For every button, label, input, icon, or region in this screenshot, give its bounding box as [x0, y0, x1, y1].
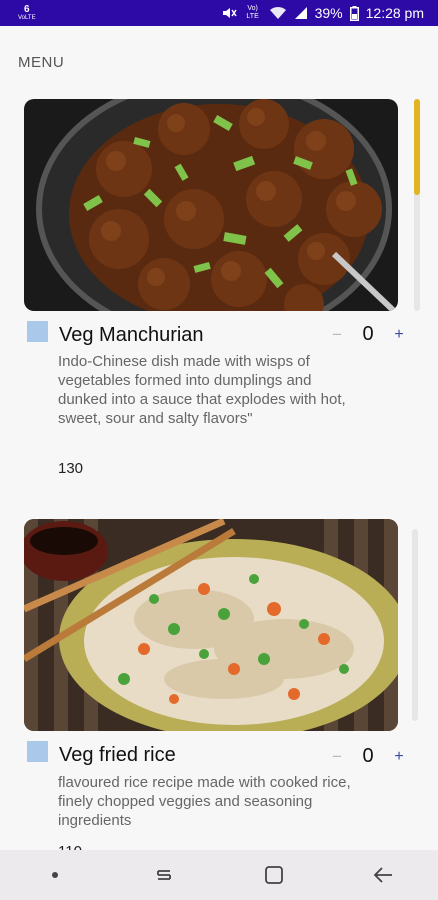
item-name: Veg Manchurian [59, 324, 204, 346]
mute-icon [221, 6, 237, 20]
menu-item-card: Veg Manchurian − 0 + Indo-Chinese dish m… [24, 99, 420, 479]
decrement-button[interactable]: − [326, 324, 348, 346]
food-image-veg-manchurian [24, 99, 398, 311]
image-scroll-track[interactable] [414, 99, 420, 311]
food-image-veg-fried-rice [24, 519, 398, 731]
image-scroll-track[interactable] [412, 529, 418, 721]
clock: 12:28 pm [365, 5, 424, 21]
menu-item-card: Veg fried rice − 0 + flavoured rice reci… [24, 519, 418, 860]
decrement-button[interactable]: − [326, 746, 348, 768]
wifi-icon [269, 6, 287, 20]
increment-button[interactable]: + [388, 324, 410, 346]
back-icon[interactable] [353, 850, 413, 900]
battery-percent: 39% [314, 5, 343, 21]
quantity-value: 0 [362, 745, 374, 767]
veg-indicator [27, 321, 48, 342]
item-price: 130 [58, 460, 84, 477]
signal-icon [294, 6, 308, 20]
notification-indicator: 6 VoLTE [18, 4, 36, 22]
veg-indicator [27, 741, 48, 762]
quantity-stepper: − 0 + [326, 745, 410, 768]
volte-small-label: VoLTE [18, 15, 36, 21]
quantity-stepper: − 0 + [326, 323, 410, 346]
item-description: Indo-Chinese dish made with wisps of veg… [58, 353, 346, 427]
item-name: Veg fried rice [59, 744, 176, 766]
status-bar: 6 VoLTE Vo) LTE 39% 12:28 pm [0, 0, 438, 26]
page-title: MENU [18, 54, 65, 71]
status-icons: Vo) LTE 39% 12:28 pm [221, 5, 424, 21]
volte-label: Vo) LTE [246, 5, 259, 20]
recent-apps-icon[interactable] [134, 850, 194, 900]
dot-icon[interactable] [25, 850, 85, 900]
image-scroll-thumb[interactable] [414, 99, 420, 195]
home-icon[interactable] [244, 850, 304, 900]
item-description: flavoured rice recipe made with cooked r… [58, 774, 351, 829]
system-nav-bar [0, 850, 438, 900]
battery-icon [349, 5, 359, 21]
notification-count: 6 [24, 4, 30, 15]
quantity-value: 0 [362, 323, 374, 345]
increment-button[interactable]: + [388, 746, 410, 768]
